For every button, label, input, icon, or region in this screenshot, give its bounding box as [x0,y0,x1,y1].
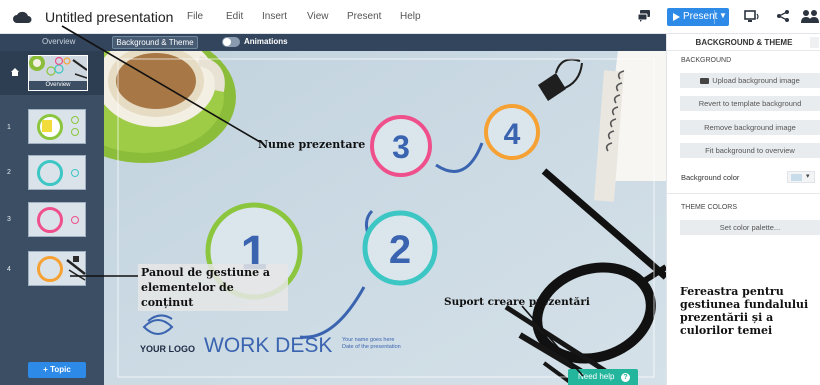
need-help-label: Need help [578,372,615,381]
present-button-label: Present [683,11,718,22]
slide-thumbnail-2[interactable] [28,155,86,190]
home-icon[interactable] [11,68,19,76]
overview-thumbnail[interactable]: Overview [28,55,88,91]
remove-background-button[interactable]: Remove background image [680,120,820,135]
menu-edit[interactable]: Edit [226,11,243,22]
need-help-button[interactable]: Need help ? [568,369,638,385]
slide-number: 4 [7,266,11,273]
question-icon: ? [621,373,630,382]
slide-title[interactable]: WORK DESK [204,334,332,357]
add-topic-button[interactable]: + Topic [28,362,86,378]
overview-tab[interactable]: Overview [42,37,75,46]
annotation-content-panel-line-1: Panoul de gestiune a [141,266,271,279]
slide-artwork: 1 2 3 4 YOUR LOGO WORK DESK Your name go… [104,51,666,385]
slide-subtitle-line-2[interactable]: Date of the presentation [342,344,401,350]
annotation-presentation-name: Nume prezentare [258,138,366,151]
slide-subtitle-line-1[interactable]: Your name goes here [342,337,394,343]
cloud-logo-icon[interactable] [12,9,32,25]
background-color-label: Background color [681,173,740,182]
thumbnail-circle [37,160,63,186]
menu-view[interactable]: View [307,11,329,22]
fit-background-button[interactable]: Fit background to overview [680,143,820,158]
background-theme-button[interactable]: Background & Theme [112,36,198,49]
upload-background-label: Upload background image [712,76,800,85]
thumbnail-image [66,256,86,281]
slide-thumbnail-4[interactable] [28,251,86,286]
overview-thumbnail-label: Overview [29,81,87,90]
thumbnail-circle [37,256,63,282]
presentation-canvas[interactable]: 1 2 3 4 YOUR LOGO WORK DESK Your name go… [104,51,666,385]
annotation-support: Suport creare prezentări [444,296,590,308]
panel-header: BACKGROUND & THEME [667,34,820,51]
menu-present[interactable]: Present [347,11,381,22]
step-number-2: 2 [389,228,411,272]
presentation-title[interactable]: Untitled presentation [45,9,173,25]
set-color-palette-button[interactable]: Set color palette... [680,220,820,235]
chevron-down-icon[interactable]: ▼ [719,11,727,20]
step-number-3: 3 [392,129,410,165]
theme-colors-section-label: THEME COLORS [681,204,738,211]
slide-number: 1 [7,124,11,131]
revert-background-button[interactable]: Revert to template background [680,96,820,111]
background-section-label: BACKGROUND [681,57,732,64]
upload-background-button[interactable]: Upload background image [680,73,820,88]
menu-insert[interactable]: Insert [262,11,287,22]
menu-file[interactable]: File [187,11,203,22]
editor-sub-toolbar: Overview Background & Theme Animations [0,34,666,51]
annotation-background-window: Fereastra pentru gestiunea fundalului pr… [680,285,809,337]
play-icon [673,13,680,21]
annotation-content-panel: Panoul de gestiune a elementelor de conț… [138,264,288,311]
top-menu-bar: Untitled presentation File Edit Insert V… [0,0,820,34]
thumbnail-circle [37,207,63,233]
animations-label: Animations [244,37,288,46]
overview-row[interactable]: Overview [0,51,104,95]
slide-thumbnail-1[interactable] [28,109,86,144]
screen-audio-icon[interactable] [744,10,760,23]
annotation-content-panel-line-2: elementelor de conținut [141,281,234,309]
prezi-editor: Untitled presentation File Edit Insert V… [0,0,820,385]
content-management-panel: Overview 1 2 3 4 + Topic [0,51,104,385]
slide-thumbnail-3[interactable] [28,202,86,237]
comments-icon[interactable] [637,9,651,23]
folder-icon [700,78,710,85]
present-button[interactable]: Present ▼ [667,8,729,26]
menu-help[interactable]: Help [400,11,421,22]
share-icon[interactable] [776,9,790,23]
slide-number: 2 [7,169,11,176]
background-color-picker[interactable] [787,171,815,183]
logo-text: YOUR LOGO [140,344,195,354]
thumbnail-image [42,120,52,132]
users-icon[interactable] [800,9,820,25]
step-number-4: 4 [504,118,521,151]
animations-toggle[interactable] [222,37,240,47]
close-panel-icon[interactable] [810,37,819,48]
slide-number: 3 [7,216,11,223]
notebook-image [594,51,666,202]
